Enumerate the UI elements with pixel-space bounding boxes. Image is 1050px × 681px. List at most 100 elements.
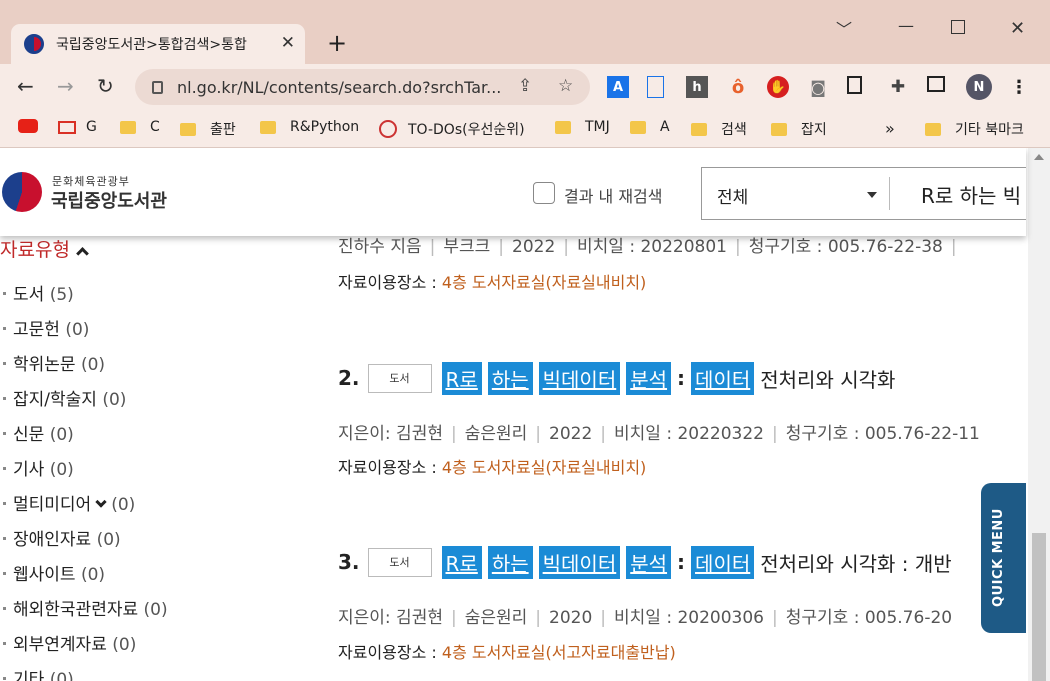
- extensions-puzzle-icon[interactable]: ✚: [887, 76, 909, 98]
- location-value[interactable]: 4층 도서자료실(자료실내비치): [442, 273, 646, 292]
- other-bookmarks[interactable]: 기타 북마크: [925, 119, 1024, 139]
- bookmark-folder-magazine[interactable]: 잡지: [771, 119, 827, 139]
- facet-count: (0): [112, 635, 137, 655]
- facet-label: 잡지/학술지: [13, 390, 97, 410]
- facet-label: 웹사이트: [13, 565, 76, 585]
- facet-item-newspaper[interactable]: 신문 (0): [0, 420, 74, 445]
- facet-label: 외부연계자료: [13, 635, 107, 655]
- title-rest[interactable]: 전처리와 시각화: [760, 364, 895, 393]
- bookmark-label: TMJ: [585, 119, 610, 135]
- url-text[interactable]: nl.go.kr/NL/contents/search.do?srchTar..…: [177, 78, 517, 97]
- facet-count: (0): [65, 320, 90, 340]
- highlight-term[interactable]: 분석: [626, 545, 672, 579]
- facet-item-article[interactable]: 기사 (0): [0, 455, 74, 480]
- refine-search-checkbox[interactable]: [533, 182, 555, 204]
- highlight-term[interactable]: 하는: [487, 545, 533, 579]
- facet-item-overseas-korea[interactable]: 해외한국관련자료 (0): [0, 595, 168, 620]
- highlight-term[interactable]: 하는: [487, 361, 533, 395]
- quick-menu-label: QUICK MENU: [991, 508, 1006, 607]
- maximize-icon[interactable]: [951, 20, 965, 34]
- scroll-up-arrow-icon[interactable]: [1034, 154, 1044, 160]
- bookmark-folder-tmj[interactable]: TMJ: [555, 119, 610, 135]
- scrollbar-thumb[interactable]: [1032, 533, 1046, 681]
- reading-list-icon[interactable]: [927, 76, 945, 92]
- title-rest[interactable]: 전처리와 시각화 : 개반: [760, 548, 951, 577]
- bookmark-folder-a[interactable]: A: [630, 119, 670, 135]
- material-type-facet-title[interactable]: 자료유형: [0, 235, 89, 262]
- bookmark-label: G: [86, 119, 97, 135]
- new-tab-icon[interactable]: +: [327, 29, 347, 57]
- location-value[interactable]: 4층 도서자료실(서고자료대출반납): [442, 643, 676, 662]
- year: 2020: [549, 608, 593, 628]
- adblock-extension-icon[interactable]: ✋: [767, 76, 789, 98]
- docs-extension-icon[interactable]: [647, 76, 664, 98]
- facet-item-thesis[interactable]: 학위논문 (0): [0, 350, 105, 375]
- facet-label: 기타: [13, 670, 45, 681]
- result-location: 자료이용장소 : 4층 도서자료실(자료실내비치): [338, 454, 646, 478]
- menu-kebab-icon[interactable]: ⋮: [1008, 76, 1030, 98]
- facet-item-website[interactable]: 웹사이트 (0): [0, 560, 105, 585]
- highlight-term[interactable]: 데이터: [691, 545, 755, 579]
- facet-item-etc[interactable]: 기타 (0): [0, 665, 74, 681]
- profile-avatar[interactable]: N: [966, 74, 992, 100]
- close-window-icon[interactable]: ✕: [1010, 18, 1025, 39]
- camera-extension-icon[interactable]: ◙: [807, 76, 829, 98]
- back-icon[interactable]: ←: [17, 74, 34, 98]
- facet-item-external[interactable]: 외부연계자료 (0): [0, 630, 136, 655]
- year: 2022: [512, 237, 556, 257]
- address-bar[interactable]: nl.go.kr/NL/contents/search.do?srchTar..…: [135, 69, 590, 105]
- active-tab[interactable]: 국립중앙도서관>통합검색>통합 ✕: [11, 24, 305, 64]
- bookmark-star-icon[interactable]: ☆: [558, 76, 573, 96]
- location-value[interactable]: 4층 도서자료실(자료실내비치): [442, 458, 646, 477]
- forward-icon[interactable]: →: [57, 74, 74, 98]
- location-label: 자료이용장소 :: [338, 273, 442, 292]
- bookmark-folder-search[interactable]: 검색: [691, 119, 747, 139]
- facet-item-journal[interactable]: 잡지/학술지 (0): [0, 385, 126, 410]
- bookmark-folder-publishing[interactable]: 출판: [180, 119, 236, 139]
- taegeuk-logo-icon[interactable]: [2, 172, 42, 212]
- refine-search-label[interactable]: 결과 내 재검색: [564, 183, 663, 207]
- highlight-term[interactable]: 분석: [626, 361, 672, 395]
- highlight-term[interactable]: 빅데이터: [538, 361, 621, 395]
- location-label: 자료이용장소 :: [338, 643, 442, 662]
- search-scope-select[interactable]: 전체: [717, 183, 748, 208]
- bookmark-folder-c[interactable]: C: [120, 119, 160, 135]
- result-title[interactable]: 3. 도서 R로 하는 빅데이터 분석 : 데이터 전처리와 시각화 : 개반: [338, 545, 952, 579]
- tab-search-chevron-icon[interactable]: ﹀: [836, 16, 852, 40]
- acquisition-date: 비치일 : 20220322: [614, 424, 764, 444]
- facet-item-accessible[interactable]: 장애인자료 (0): [0, 525, 121, 550]
- highlight-term[interactable]: R로: [441, 545, 482, 579]
- translate-extension-icon[interactable]: A: [607, 76, 629, 98]
- share-icon[interactable]: ⇪: [518, 76, 532, 96]
- facet-item-book[interactable]: 도서 (5): [0, 280, 74, 305]
- openaccess-extension-icon[interactable]: ô: [727, 76, 749, 98]
- minimize-icon[interactable]: —: [898, 16, 914, 35]
- result-meta: 지은이: 김권현 | 숨은원리 | 2020 | 비치일 : 20200306 | 청구기호 :…: [338, 608, 953, 628]
- bookmark-label: 기타 북마크: [955, 122, 1024, 138]
- folder-icon: [771, 122, 787, 136]
- facet-label: 신문: [13, 425, 45, 445]
- highlight-term[interactable]: 빅데이터: [538, 545, 621, 579]
- page-scrollbar[interactable]: [1028, 148, 1050, 681]
- reload-icon[interactable]: ↻: [97, 74, 114, 98]
- bookmark-gmail[interactable]: G: [58, 119, 97, 135]
- h-extension-icon[interactable]: h: [686, 76, 708, 98]
- result-title[interactable]: 2. 도서 R로 하는 빅데이터 분석 : 데이터 전처리와 시각화: [338, 361, 895, 395]
- search-input[interactable]: R로 하는 빅: [921, 180, 1021, 209]
- bookmark-folder-rpython[interactable]: R&Python: [260, 119, 359, 135]
- bookmarks-overflow-button[interactable]: »: [885, 119, 895, 138]
- facet-item-old-books[interactable]: 고문헌 (0): [0, 315, 89, 340]
- facet-count: (0): [96, 530, 121, 550]
- library-logo-text[interactable]: 국립중앙도서관: [51, 187, 167, 213]
- youtube-bookmark-icon[interactable]: [18, 119, 38, 133]
- bookmark-todos[interactable]: TO-DOs(우선순위): [379, 119, 525, 139]
- highlight-term[interactable]: R로: [441, 361, 482, 395]
- chevron-up-icon[interactable]: [76, 247, 89, 260]
- quick-menu-button[interactable]: QUICK MENU: [981, 483, 1026, 633]
- clipboard-extension-icon[interactable]: [847, 76, 862, 94]
- caret-down-icon[interactable]: [867, 192, 877, 198]
- facet-item-multimedia[interactable]: 멀티미디어 (0): [0, 490, 135, 515]
- highlight-term[interactable]: 데이터: [691, 361, 755, 395]
- chevron-down-icon[interactable]: [95, 496, 107, 508]
- close-tab-icon[interactable]: ✕: [281, 33, 295, 53]
